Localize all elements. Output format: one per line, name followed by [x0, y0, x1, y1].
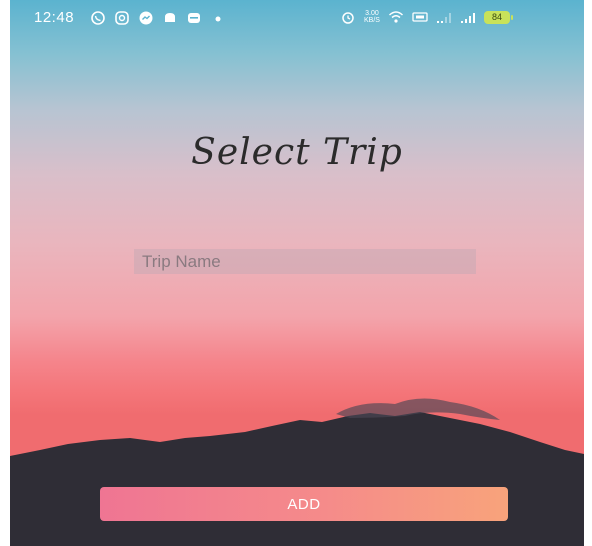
status-time: 12:48 [34, 9, 75, 26]
add-button[interactable]: ADD [100, 487, 508, 521]
instagram-icon [114, 10, 130, 26]
net-speed: 3.00 KB/S [364, 10, 380, 24]
notification-icon [162, 10, 178, 26]
signal-weak-icon [436, 9, 452, 25]
phone-screen: 12:48 3.00 KB/S 84 Select Trip Trip Name… [10, 0, 584, 546]
signal-icon [460, 9, 476, 25]
trip-name-input[interactable] [134, 249, 476, 274]
whatsapp-icon [90, 10, 106, 26]
net-speed-value: 3.00 [365, 10, 379, 17]
battery-icon: 84 [483, 10, 513, 24]
alarm-icon [340, 9, 356, 25]
net-speed-unit: KB/S [364, 17, 380, 24]
page-title: Select Trip [191, 132, 403, 173]
message-icon [186, 10, 202, 26]
messenger-icon [138, 10, 154, 26]
dot-icon [210, 10, 226, 26]
status-system-icons: 3.00 KB/S 84 [340, 9, 513, 25]
volte-icon [412, 9, 428, 25]
wifi-icon [388, 9, 404, 25]
status-bar: 12:48 3.00 KB/S 84 [10, 0, 584, 36]
status-notification-icons [90, 10, 226, 26]
mountain-silhouette [10, 398, 584, 546]
